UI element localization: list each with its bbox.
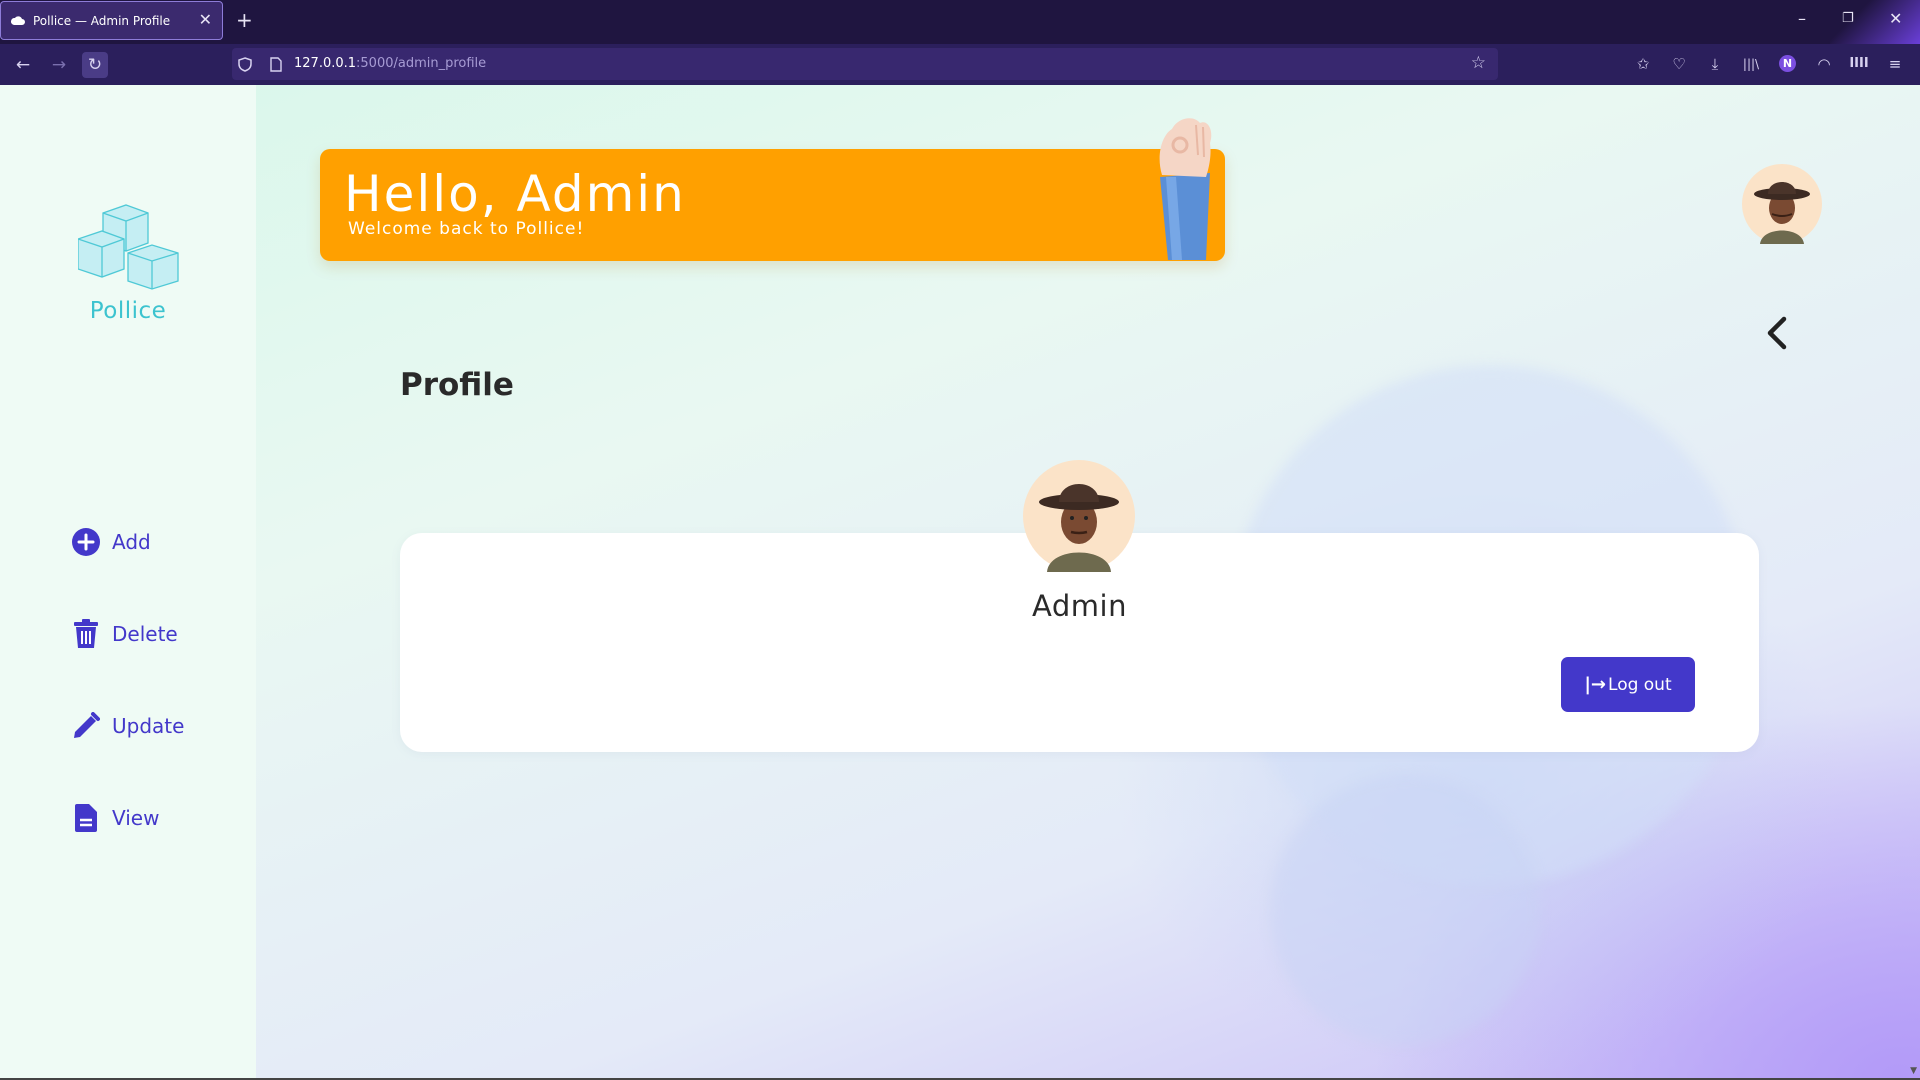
new-tab-button[interactable]: + [236,10,253,30]
document-icon [70,802,102,834]
page-content: Pollice Add Delete Update View Hello, Ad… [0,85,1920,1080]
sidebar-item-view[interactable]: View [70,801,159,835]
url-text[interactable]: 127.0.0.1:5000/admin_profile [294,56,486,71]
sidebar-item-label: Update [112,714,185,738]
profile-name: Admin [1032,589,1127,623]
browser-nav-bar: ← → ↻ 127.0.0.1:5000/admin_profile ☆ ✩ ♡… [0,44,1920,86]
page-icon [270,57,282,72]
forward-arrow-icon[interactable]: → [46,52,72,78]
scroll-down-arrow-icon[interactable]: ▼ [1910,1066,1917,1076]
sidebar-item-label: Delete [112,622,178,646]
cubes-logo-icon [78,204,179,290]
vertical-scrollbar[interactable]: ▼ [1906,85,1920,1080]
library-icon[interactable]: |||\ [1740,54,1762,74]
restore-button[interactable]: ❐ [1842,10,1854,28]
logout-icon: |→ [1584,674,1607,695]
extension-bars-icon[interactable]: IIII [1848,54,1870,74]
background-blob [1270,775,1540,1045]
extension-arch-icon[interactable]: ◠ [1813,54,1835,74]
logout-label: Log out [1608,674,1672,695]
reload-icon[interactable]: ↻ [82,52,108,78]
menu-icon[interactable]: ≡ [1884,54,1906,74]
trash-icon [70,618,102,650]
download-icon[interactable]: ⤓ [1704,54,1726,74]
pocket-icon[interactable]: ♡ [1668,54,1690,74]
window-close-button[interactable]: ✕ [1889,10,1902,28]
logout-button[interactable]: |→ Log out [1561,657,1695,712]
extension-n-icon[interactable]: N [1779,55,1796,72]
url-bar[interactable]: 127.0.0.1:5000/admin_profile ☆ [232,48,1498,80]
pocket-star-icon[interactable]: ✩ [1632,54,1654,74]
sidebar-item-delete[interactable]: Delete [70,617,178,651]
tab-title: Pollice — Admin Profile [33,14,171,28]
ok-hand-icon [1159,118,1212,260]
chevron-left-icon[interactable] [1762,315,1794,351]
shield-icon[interactable] [238,57,252,72]
pencil-icon [70,710,102,742]
user-avatar[interactable] [1742,164,1822,244]
browser-tab[interactable]: Pollice — Admin Profile ✕ [0,1,223,40]
plus-circle-icon [70,526,102,558]
brand-name: Pollice [89,298,167,324]
browser-tab-bar: Pollice — Admin Profile ✕ + – ❐ ✕ [0,0,1920,44]
tab-close-icon[interactable]: ✕ [199,12,212,28]
sidebar-item-label: Add [112,530,151,554]
banner-title: Hello, Admin [344,165,686,223]
sidebar: Pollice Add Delete Update View [0,85,256,1080]
sidebar-item-update[interactable]: Update [70,709,184,743]
url-path: :5000/admin_profile [356,56,487,71]
sidebar-item-label: View [112,806,160,830]
cloud-icon [11,16,25,25]
sidebar-item-add[interactable]: Add [70,525,151,559]
url-host: 127.0.0.1 [294,56,357,71]
welcome-banner: Hello, Admin Welcome back to Pollice! [320,149,1225,261]
profile-avatar [1023,460,1135,572]
bookmark-star-icon[interactable]: ☆ [1471,53,1486,73]
back-arrow-icon[interactable]: ← [10,52,36,78]
page-title: Profile [400,367,514,403]
minimize-button[interactable]: – [1798,10,1806,28]
banner-subtitle: Welcome back to Pollice! [348,219,585,239]
